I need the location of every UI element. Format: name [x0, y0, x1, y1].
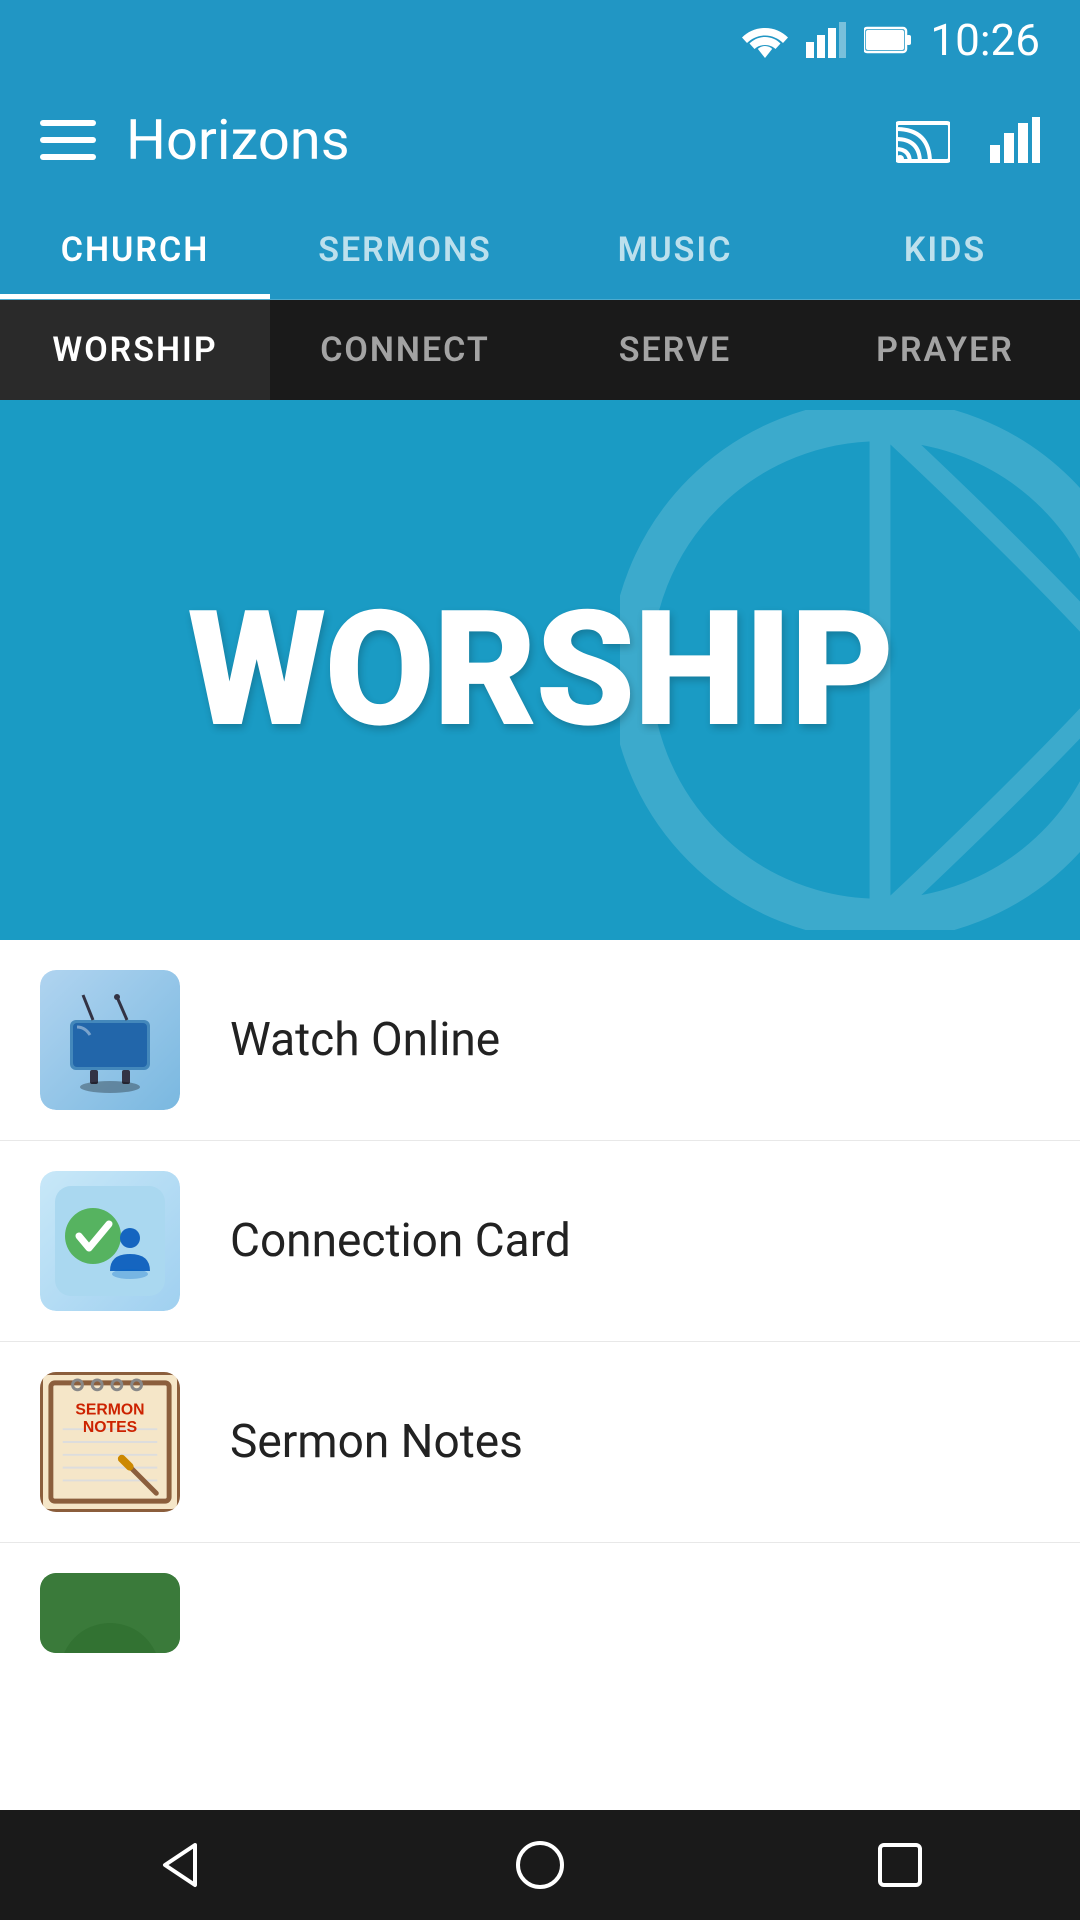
tab-serve[interactable]: SERVE	[540, 300, 810, 400]
home-button[interactable]	[490, 1815, 590, 1915]
hero-title: WORSHIP	[187, 577, 892, 764]
app-bar-left: Horizons	[40, 107, 350, 173]
svg-text:SERMON: SERMON	[75, 1401, 144, 1418]
battery-icon	[864, 25, 912, 55]
sermon-notes-icon: SERMON NOTES	[40, 1372, 180, 1512]
list-item-watch-online[interactable]: Watch Online	[0, 940, 1080, 1141]
tab-music[interactable]: MUSIC	[540, 200, 810, 299]
tab-prayer[interactable]: PRAYER	[810, 300, 1080, 400]
status-time: 10:26	[930, 14, 1040, 66]
wifi-icon	[742, 22, 788, 58]
tab-kids[interactable]: KIDS	[810, 200, 1080, 299]
menu-button[interactable]	[40, 120, 96, 160]
sermon-notes-label: Sermon Notes	[230, 1415, 523, 1469]
list-item-partial[interactable]	[0, 1543, 1080, 1683]
watch-online-icon	[40, 970, 180, 1110]
status-icons: 10:26	[742, 14, 1040, 66]
list-item-sermon-notes[interactable]: SERMON NOTES Sermon Notes	[0, 1342, 1080, 1543]
tab-sermons[interactable]: SERMONS	[270, 200, 540, 299]
tab-worship[interactable]: WORSHIP	[0, 300, 270, 400]
back-button[interactable]	[130, 1815, 230, 1915]
partial-item-icon	[40, 1573, 180, 1653]
signal-icon	[806, 22, 846, 58]
svg-text:NOTES: NOTES	[83, 1419, 137, 1436]
secondary-tabs: WORSHIP CONNECT SERVE PRAYER	[0, 300, 1080, 400]
connection-card-icon	[40, 1171, 180, 1311]
app-title: Horizons	[126, 107, 350, 173]
hero-banner: WORSHIP	[0, 400, 1080, 940]
tab-connect[interactable]: CONNECT	[270, 300, 540, 400]
tab-church[interactable]: CHURCH	[0, 200, 270, 299]
status-bar: 10:26	[0, 0, 1080, 80]
recent-apps-button[interactable]	[850, 1815, 950, 1915]
connection-card-label: Connection Card	[230, 1214, 571, 1268]
cast-button[interactable]	[896, 117, 950, 163]
app-bar: Horizons	[0, 80, 1080, 200]
top-tabs: CHURCH SERMONS MUSIC KIDS	[0, 200, 1080, 300]
stats-button[interactable]	[990, 117, 1040, 163]
bottom-nav	[0, 1810, 1080, 1920]
watch-online-label: Watch Online	[230, 1013, 500, 1067]
list-container: Watch Online Connection Card	[0, 940, 1080, 1683]
list-item-connection-card[interactable]: Connection Card	[0, 1141, 1080, 1342]
app-bar-right	[896, 117, 1040, 163]
